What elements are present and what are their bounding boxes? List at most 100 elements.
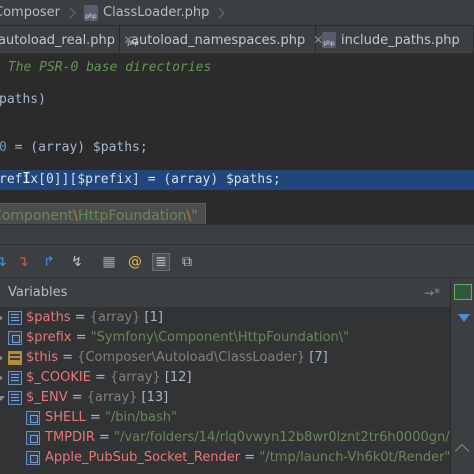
chevron-right-icon (64, 6, 76, 19)
step-out-icon[interactable]: ↱ (40, 253, 58, 271)
tab-include-paths[interactable]: include_paths.php (316, 26, 474, 54)
string-icon (26, 451, 40, 465)
variable-name: $_COOKIE (26, 370, 91, 385)
array-icon (8, 391, 22, 405)
tab-label: include_paths.php (341, 32, 460, 48)
variable-text: Apple_PubSub_Socket_Render = "/tmp/launc… (45, 448, 450, 468)
variable-count: [12] (160, 370, 192, 385)
variable-value: "/tmp/launch-Vh6k0t/Render" (259, 450, 451, 465)
variable-text: TMPDIR = "/var/folders/14/rlq0vwyn12b8wr… (45, 428, 456, 448)
variable-text: $prefix = "Symfony\Component\HttpFoundat… (26, 328, 349, 348)
variable-value: "Symfony\Component\HttpFoundation\" (90, 330, 350, 345)
tab-autoload-namespaces[interactable]: autoload_namespaces.php ✕ (120, 26, 323, 54)
watch-icon[interactable]: @ (126, 253, 144, 271)
variable-type: {Composer\Autoload\ClassLoader} (77, 350, 306, 365)
variable-row[interactable]: Apple_PubSub_Socket_Render = "/tmp/launc… (0, 448, 450, 468)
variables-panel: Variables →* $paths = {array} [1] $prefi… (0, 278, 456, 474)
debugger-toolbar: ↴ ↴ ↱ ↯ ▦ @ ≣ ⧉ (0, 244, 474, 278)
variable-count: [1] (140, 310, 163, 325)
variable-text: $this = {Composer\Autoload\ClassLoader} … (26, 348, 328, 368)
variable-row[interactable]: TMPDIR = "/var/folders/14/rlq0vwyn12b8wr… (0, 428, 456, 448)
string-icon (26, 411, 40, 425)
code-line-selected: refix[0]][$prefix] = (array) $paths; (0, 172, 281, 187)
dropdown-arrow-icon[interactable] (458, 314, 470, 322)
debugger-header (0, 224, 474, 244)
restore-layout-icon[interactable]: ⧉ (178, 253, 196, 271)
tooltip-str: Component (0, 208, 74, 224)
variable-name: $_ENV (26, 390, 68, 405)
variable-text: $_COOKIE = {array} [12] (26, 368, 192, 388)
variable-eq: = (240, 450, 260, 465)
editor-tabs: autoload_real.php ✕ autoload_namespaces.… (0, 26, 474, 54)
variables-tree: $paths = {array} [1] $prefix = "Symfony\… (0, 308, 456, 474)
breadcrumb-item-file[interactable]: ClassLoader.php (84, 0, 209, 26)
text-cursor-icon: I (22, 169, 32, 187)
variable-text: $_ENV = {array} [13] (26, 388, 168, 408)
variable-text: $paths = {array} [1] (26, 308, 163, 328)
collapse-arrow-icon[interactable] (0, 396, 5, 401)
expand-arrow-icon[interactable] (0, 314, 3, 322)
variable-eq: = (58, 350, 78, 365)
watches-icon[interactable] (454, 284, 472, 300)
variable-row[interactable]: $this = {Composer\Autoload\ClassLoader} … (0, 348, 450, 368)
frames-icon[interactable]: ≣ (152, 253, 170, 271)
variable-value: "/bin/bash" (104, 410, 177, 425)
tab-autoload-real[interactable]: autoload_real.php ✕ (0, 26, 133, 54)
tooltip-str: HttpFoundation (78, 208, 187, 224)
variable-name: $prefix (26, 330, 72, 345)
tab-label: autoload_real.php (0, 32, 116, 48)
variable-eq: = (94, 430, 115, 445)
variable-text: SHELL = "/bin/bash" (45, 408, 177, 428)
code-number: 0 (0, 140, 7, 155)
variable-eq: = (70, 310, 90, 325)
variable-row[interactable]: $paths = {array} [1] (0, 308, 450, 328)
step-into-icon[interactable]: ↴ (0, 253, 10, 271)
pin-icon[interactable]: →* (424, 278, 440, 308)
variable-row[interactable]: $prefix = "Symfony\Component\HttpFoundat… (0, 328, 450, 348)
run-to-cursor-icon[interactable]: ↯ (68, 253, 86, 271)
array-icon (8, 371, 22, 385)
array-icon (8, 311, 22, 325)
variable-type: {array} (89, 310, 141, 325)
doc-comment-line: The PSR-0 base directories (0, 60, 212, 75)
variable-value: "/var/folders/14/rlq0vwyn12b8wr0lznt2tr6… (114, 430, 456, 445)
chevron-right-icon (213, 6, 226, 19)
variable-count: [7] (305, 350, 328, 365)
evaluate-expression-icon[interactable]: ▦ (100, 253, 118, 271)
expand-arrow-icon[interactable] (0, 354, 3, 362)
force-step-into-icon[interactable]: ↴ (14, 253, 32, 271)
tab-label: autoload_namespaces.php (131, 32, 306, 48)
watches-panel-edge (450, 278, 474, 474)
expand-arrow-icon[interactable] (0, 374, 3, 382)
variable-row[interactable]: SHELL = "/bin/bash" (0, 408, 450, 428)
breadcrumb: Composer ClassLoader.php (0, 0, 474, 26)
variable-name: TMPDIR (45, 430, 95, 445)
tooltip-end: " (191, 208, 198, 224)
variable-type: {array} (86, 390, 138, 405)
variable-name: $paths (26, 310, 71, 325)
code-line-assign: 0 = (array) $paths; (0, 138, 148, 158)
variable-eq: = (67, 390, 87, 405)
variable-row[interactable]: $_ENV = {array} [13] (0, 388, 450, 408)
panel-title: Variables (8, 285, 68, 300)
scroll-up-icon[interactable] (454, 443, 470, 459)
variable-eq: = (71, 330, 91, 345)
variable-name: Apple_PubSub_Socket_Render (45, 450, 241, 465)
php-file-icon (322, 32, 336, 48)
code-editor[interactable]: The PSR-0 base directories paths) 0 = (a… (0, 54, 474, 229)
object-icon (8, 351, 22, 365)
string-icon (8, 331, 22, 345)
current-line-highlight: refix[0]][$prefix] = (array) $paths; (0, 170, 474, 190)
variable-row[interactable]: $_COOKIE = {array} [12] (0, 368, 450, 388)
breadcrumb-label: Composer (0, 5, 61, 20)
variable-type: {array} (110, 370, 161, 385)
variable-eq: = (90, 370, 111, 385)
variable-eq: = (85, 410, 105, 425)
string-icon (26, 431, 40, 445)
code-text: = (array) $paths; (6, 140, 148, 155)
breadcrumb-label: ClassLoader.php (103, 5, 210, 20)
variable-name: SHELL (45, 410, 86, 425)
code-line-paths: paths) (0, 92, 46, 107)
breadcrumb-item-composer[interactable]: Composer (0, 0, 60, 26)
variables-header: Variables →* (0, 278, 450, 308)
